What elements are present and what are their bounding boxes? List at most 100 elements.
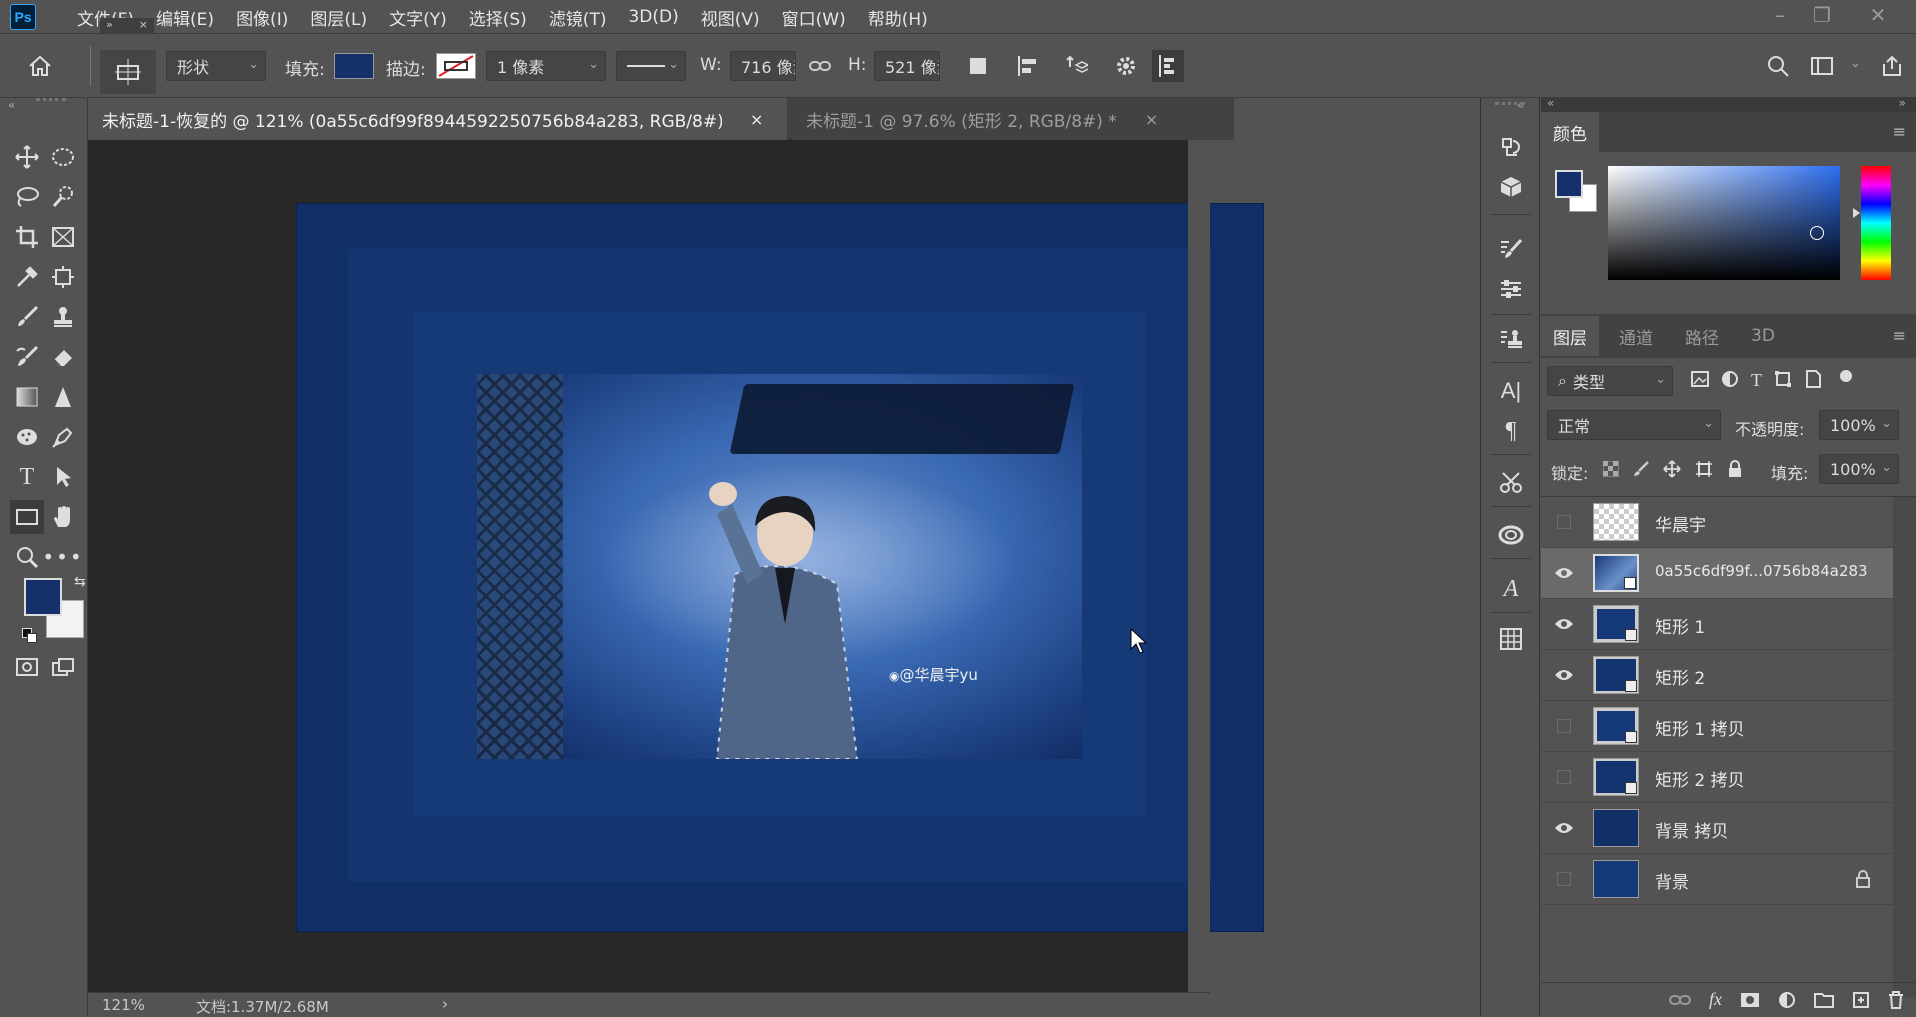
eraser-tool-icon[interactable]	[46, 340, 80, 374]
align-edges-icon[interactable]	[1152, 50, 1184, 82]
shape-filter-icon[interactable]	[1774, 370, 1792, 388]
stroke-type-dropdown[interactable]: ⌄	[616, 51, 686, 81]
adjustment-layer-icon[interactable]	[1778, 991, 1796, 1009]
folder-icon[interactable]	[1814, 992, 1834, 1008]
layer-name[interactable]: 背景	[1655, 868, 1689, 893]
hand-tool-icon[interactable]	[46, 500, 80, 534]
home-icon[interactable]	[24, 50, 56, 82]
collapse-panel-icon[interactable]: «	[8, 98, 15, 112]
menu-image[interactable]: 图像(I)	[225, 5, 299, 30]
glyphs-panel-icon[interactable]: A	[1494, 572, 1528, 606]
width-field[interactable]: 716 像素	[730, 51, 796, 81]
tab-3d[interactable]: 3D	[1739, 316, 1787, 356]
opacity-field[interactable]: 100% ⌄	[1819, 410, 1899, 440]
frame-tool-icon[interactable]	[46, 220, 80, 254]
status-menu-arrow[interactable]: ›	[442, 995, 448, 1013]
restore-icon[interactable]: ❐	[1802, 0, 1842, 30]
layer-row-4[interactable]: 矩形 2	[1541, 650, 1893, 701]
path-selection-tool-icon[interactable]	[46, 460, 80, 494]
visibility-toggle[interactable]	[1553, 511, 1575, 533]
link-layers-icon[interactable]	[1669, 994, 1691, 1006]
link-icon[interactable]	[804, 50, 836, 82]
pen-tool-icon[interactable]	[46, 420, 80, 454]
color-picker-handle[interactable]	[1810, 226, 1824, 240]
move-tool-icon[interactable]	[10, 140, 44, 174]
foreground-color-swatch[interactable]	[24, 578, 62, 616]
layer-style-icon[interactable]: fx	[1709, 989, 1722, 1010]
menu-help[interactable]: 帮助(H)	[857, 5, 939, 30]
color-panel-foreground-swatch[interactable]	[1555, 170, 1583, 198]
search-icon[interactable]	[1762, 50, 1794, 82]
layer-name[interactable]: 矩形 1 拷贝	[1655, 715, 1745, 740]
menu-view[interactable]: 视图(V)	[690, 5, 771, 30]
swap-colors-icon[interactable]: ⇆	[74, 574, 86, 590]
collapse-panel-icon[interactable]: »	[1899, 96, 1906, 110]
type-filter-icon[interactable]: T	[1751, 370, 1762, 391]
default-colors-icon[interactable]	[22, 628, 38, 644]
path-arrangement-icon[interactable]	[1060, 50, 1092, 82]
share-icon[interactable]	[1876, 50, 1908, 82]
hue-slider[interactable]	[1853, 166, 1891, 280]
layer-filter-dropdown[interactable]: ⌕ 类型 ⌄	[1547, 366, 1673, 396]
history-panel-icon[interactable]	[1494, 130, 1528, 164]
filter-toggle-icon[interactable]	[1840, 370, 1852, 382]
history-brush-tool-icon[interactable]	[10, 340, 44, 374]
adjustments-panel-icon[interactable]	[1494, 272, 1528, 306]
expand-panel-icon[interactable]: «	[1547, 96, 1554, 110]
crop-tool-icon[interactable]	[10, 220, 44, 254]
height-field[interactable]: 521 像素	[874, 51, 940, 81]
adjustment-filter-icon[interactable]	[1721, 370, 1739, 388]
new-layer-icon[interactable]	[1852, 991, 1870, 1009]
menu-type[interactable]: 文字(Y)	[378, 5, 458, 30]
tab-color[interactable]: 颜色	[1541, 112, 1599, 152]
close-tab-icon[interactable]: ×	[1145, 110, 1158, 129]
screen-mode-icon[interactable]	[46, 650, 80, 684]
lock-transparent-icon[interactable]	[1603, 461, 1619, 477]
document-canvas[interactable]: ◉@华晨宇yu	[296, 203, 1264, 932]
visibility-toggle[interactable]	[1553, 868, 1575, 890]
marquee-tool-icon[interactable]	[46, 140, 80, 174]
visibility-toggle[interactable]	[1553, 715, 1575, 737]
add-mask-icon[interactable]	[1740, 992, 1760, 1008]
tab-document-1[interactable]: 未标题-1-恢复的 @ 121% (0a55c6df99f89445922507…	[88, 98, 787, 140]
layer-name[interactable]: 矩形 2	[1655, 664, 1705, 689]
zoom-tool-icon[interactable]	[10, 540, 44, 574]
panel-menu-icon[interactable]: ≡	[1893, 122, 1906, 141]
eyedropper-tool-icon[interactable]	[10, 260, 44, 294]
brush-tool-icon[interactable]	[10, 300, 44, 334]
canvas-workspace[interactable]: ◉@华晨宇yu	[88, 140, 1264, 992]
floating-panel-header[interactable]: » ×	[100, 18, 154, 34]
panel-menu-icon[interactable]: ≡	[1893, 326, 1906, 345]
quick-selection-tool-icon[interactable]	[46, 180, 80, 214]
layer-row-2[interactable]: 0a55c6df99f...0756b84a283	[1541, 548, 1893, 599]
vertical-scrollbar[interactable]	[1188, 140, 1210, 992]
layer-row-5[interactable]: 矩形 1 拷贝	[1541, 701, 1893, 752]
menu-layer[interactable]: 图层(L)	[299, 5, 378, 30]
lock-icon[interactable]	[1855, 870, 1871, 888]
type-tool-icon[interactable]: T	[10, 460, 44, 494]
path-operations-icon[interactable]	[962, 50, 994, 82]
stamp-tool-icon[interactable]	[46, 300, 80, 334]
pixel-filter-icon[interactable]	[1691, 370, 1709, 388]
path-alignment-icon[interactable]	[1012, 50, 1044, 82]
eye-icon[interactable]	[1553, 562, 1575, 584]
layer-row-8[interactable]: 背景	[1541, 854, 1893, 905]
layer-row-1[interactable]: 华晨宇	[1541, 497, 1893, 548]
stroke-width-dropdown[interactable]: 1 像素 ⌄	[486, 51, 606, 81]
rectangle-tool-icon[interactable]	[10, 500, 44, 534]
tab-paths[interactable]: 路径	[1673, 316, 1731, 356]
sponge-tool-icon[interactable]	[10, 420, 44, 454]
trash-icon[interactable]	[1888, 990, 1904, 1009]
chevron-down-icon[interactable]: ⌄	[1850, 56, 1861, 71]
lock-artboard-icon[interactable]	[1695, 460, 1713, 478]
menu-window[interactable]: 窗口(W)	[771, 5, 857, 30]
blend-mode-dropdown[interactable]: 正常 ⌄	[1547, 410, 1721, 440]
lock-pixels-icon[interactable]	[1633, 461, 1649, 477]
panel-grip[interactable]	[1495, 102, 1525, 105]
close-tab-icon[interactable]: ×	[750, 110, 763, 129]
zoom-level[interactable]: 121%	[102, 996, 145, 1014]
lasso-tool-icon[interactable]	[10, 180, 44, 214]
gear-icon[interactable]	[1110, 50, 1142, 82]
more-tools-icon[interactable]: •••	[42, 540, 81, 574]
visibility-toggle[interactable]	[1553, 766, 1575, 788]
